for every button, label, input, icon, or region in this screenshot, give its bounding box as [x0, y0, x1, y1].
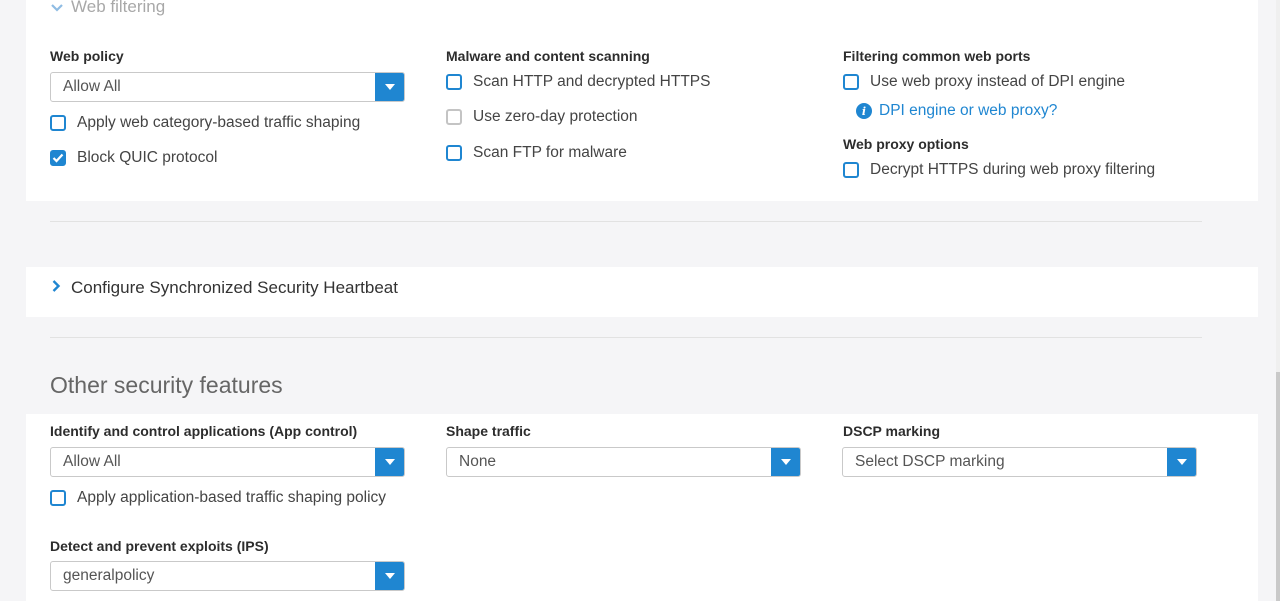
scan-http-label: Scan HTTP and decrypted HTTPS	[473, 73, 711, 90]
decrypt-https-checkbox[interactable]	[843, 162, 859, 178]
scan-ftp-checkbox[interactable]	[446, 145, 462, 161]
app-shaping-label: Apply application-based traffic shaping …	[77, 489, 387, 506]
web-filtering-header[interactable]: Web filtering	[50, 0, 165, 18]
checkmark-icon	[52, 153, 64, 163]
block-quic-checkbox-row[interactable]: Block QUIC protocol	[50, 149, 217, 167]
app-control-select[interactable]: Allow All	[50, 447, 405, 477]
web-filtering-title: Web filtering	[71, 0, 166, 16]
dscp-select[interactable]: Select DSCP marking	[842, 447, 1197, 477]
scan-ftp-label: Scan FTP for malware	[473, 144, 627, 161]
dscp-value: Select DSCP marking	[855, 453, 1005, 470]
apply-shaping-label: Apply web category-based traffic shaping	[77, 114, 361, 131]
dropdown-caret-icon[interactable]	[375, 562, 404, 590]
dpi-help-link[interactable]: i DPI engine or web proxy?	[856, 102, 1057, 120]
chevron-right-icon	[51, 279, 64, 298]
apply-shaping-checkbox[interactable]	[50, 115, 66, 131]
use-proxy-label: Use web proxy instead of DPI engine	[870, 73, 1126, 90]
shape-traffic-select[interactable]: None	[446, 447, 801, 477]
use-proxy-checkbox[interactable]	[843, 74, 859, 90]
web-policy-label: Web policy	[50, 48, 124, 64]
app-control-value: Allow All	[63, 453, 121, 470]
zero-day-label: Use zero-day protection	[473, 108, 638, 125]
scan-http-checkbox-row[interactable]: Scan HTTP and decrypted HTTPS	[446, 73, 710, 91]
scrollbar-thumb[interactable]	[1276, 372, 1280, 601]
scan-ftp-checkbox-row[interactable]: Scan FTP for malware	[446, 144, 627, 162]
chevron-down-icon	[50, 0, 64, 18]
shape-traffic-value: None	[459, 453, 497, 470]
web-policy-value: Allow All	[63, 78, 121, 95]
heartbeat-header[interactable]: Configure Synchronized Security Heartbea…	[51, 278, 398, 298]
dropdown-caret-icon[interactable]	[771, 448, 800, 476]
other-features-title: Other security features	[50, 372, 283, 398]
zero-day-checkbox-row[interactable]: Use zero-day protection	[446, 108, 638, 126]
ips-select[interactable]: generalpolicy	[50, 561, 405, 591]
heartbeat-title: Configure Synchronized Security Heartbea…	[71, 278, 398, 297]
app-control-label: Identify and control applications (App c…	[50, 423, 358, 439]
shape-traffic-label: Shape traffic	[446, 423, 531, 439]
web-ports-label: Filtering common web ports	[843, 48, 1031, 64]
info-icon: i	[856, 103, 872, 119]
use-proxy-checkbox-row[interactable]: Use web proxy instead of DPI engine	[843, 73, 1125, 91]
apply-shaping-checkbox-row[interactable]: Apply web category-based traffic shaping	[50, 114, 360, 132]
scan-http-checkbox[interactable]	[446, 74, 462, 90]
web-policy-select[interactable]: Allow All	[50, 72, 405, 102]
block-quic-label: Block QUIC protocol	[77, 149, 218, 166]
dscp-label: DSCP marking	[843, 423, 940, 439]
section-divider	[50, 337, 1202, 338]
dropdown-caret-icon[interactable]	[375, 73, 404, 101]
dpi-help-link-text: DPI engine or web proxy?	[879, 102, 1058, 119]
ips-label: Detect and prevent exploits (IPS)	[50, 538, 269, 554]
app-shaping-checkbox-row[interactable]: Apply application-based traffic shaping …	[50, 489, 386, 507]
section-divider	[50, 221, 1202, 222]
malware-scanning-label: Malware and content scanning	[446, 48, 650, 64]
block-quic-checkbox[interactable]	[50, 150, 66, 166]
decrypt-https-label: Decrypt HTTPS during web proxy filtering	[870, 161, 1156, 178]
dropdown-caret-icon[interactable]	[1167, 448, 1196, 476]
app-shaping-checkbox[interactable]	[50, 490, 66, 506]
zero-day-checkbox[interactable]	[446, 109, 462, 125]
dropdown-caret-icon[interactable]	[375, 448, 404, 476]
proxy-options-label: Web proxy options	[843, 136, 969, 152]
decrypt-https-checkbox-row[interactable]: Decrypt HTTPS during web proxy filtering	[843, 161, 1155, 179]
ips-value: generalpolicy	[63, 567, 155, 584]
